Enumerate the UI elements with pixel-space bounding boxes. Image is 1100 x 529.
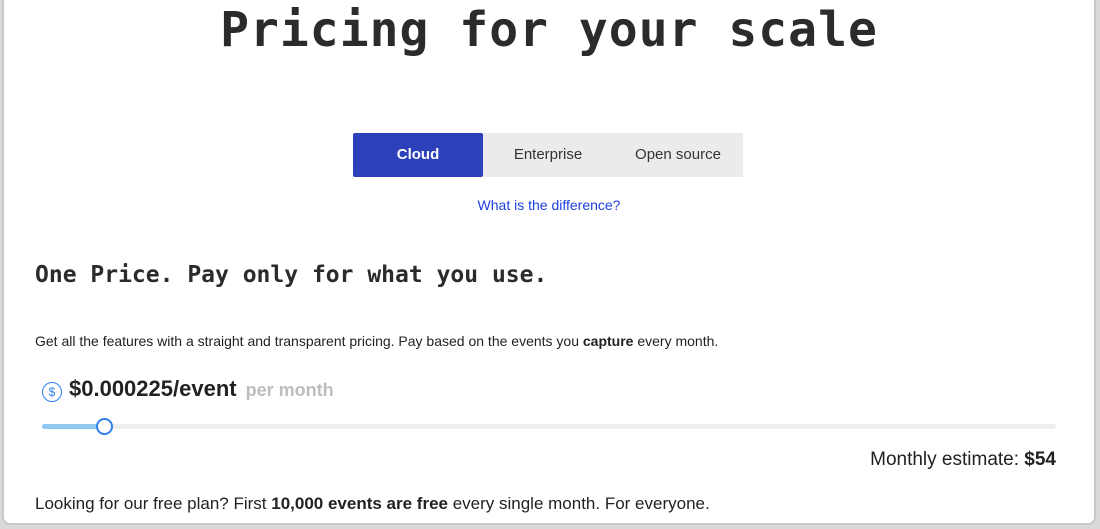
- difference-link[interactable]: What is the difference?: [4, 197, 1094, 213]
- usage-slider[interactable]: [42, 418, 1056, 435]
- pricing-description: Get all the features with a straight and…: [35, 333, 718, 349]
- description-suffix: every month.: [633, 333, 719, 349]
- free-plan-note: Looking for our free plan? First 10,000 …: [35, 494, 710, 514]
- free-plan-prefix: Looking for our free plan? First: [35, 494, 272, 513]
- free-plan-suffix: every single month. For everyone.: [447, 494, 710, 513]
- price-row: $ $0.000225/event per month: [42, 376, 334, 402]
- tab-enterprise[interactable]: Enterprise: [483, 133, 613, 177]
- monthly-estimate: Monthly estimate: $54: [870, 449, 1056, 471]
- description-bold: capture: [582, 333, 634, 349]
- tab-open-source[interactable]: Open source: [613, 133, 743, 177]
- description-text: Get all the features with a straight and…: [35, 333, 583, 349]
- pricing-tabs: Cloud Enterprise Open source: [353, 133, 743, 177]
- dollar-icon: $: [42, 382, 62, 402]
- estimate-value: $54: [1024, 449, 1056, 470]
- tab-cloud[interactable]: Cloud: [353, 133, 483, 177]
- estimate-label: Monthly estimate:: [870, 449, 1025, 470]
- price-period: per month: [245, 380, 334, 400]
- page-title: Pricing for your scale: [220, 2, 878, 58]
- price-value: $0.000225/event: [69, 376, 237, 401]
- slider-thumb[interactable]: [95, 418, 113, 435]
- free-plan-bold: 10,000 events are free: [271, 494, 448, 513]
- slider-fill: [42, 424, 103, 429]
- section-heading: One Price. Pay only for what you use.: [35, 262, 548, 288]
- pricing-page: Pricing for your scale Cloud Enterprise …: [2, 0, 1096, 525]
